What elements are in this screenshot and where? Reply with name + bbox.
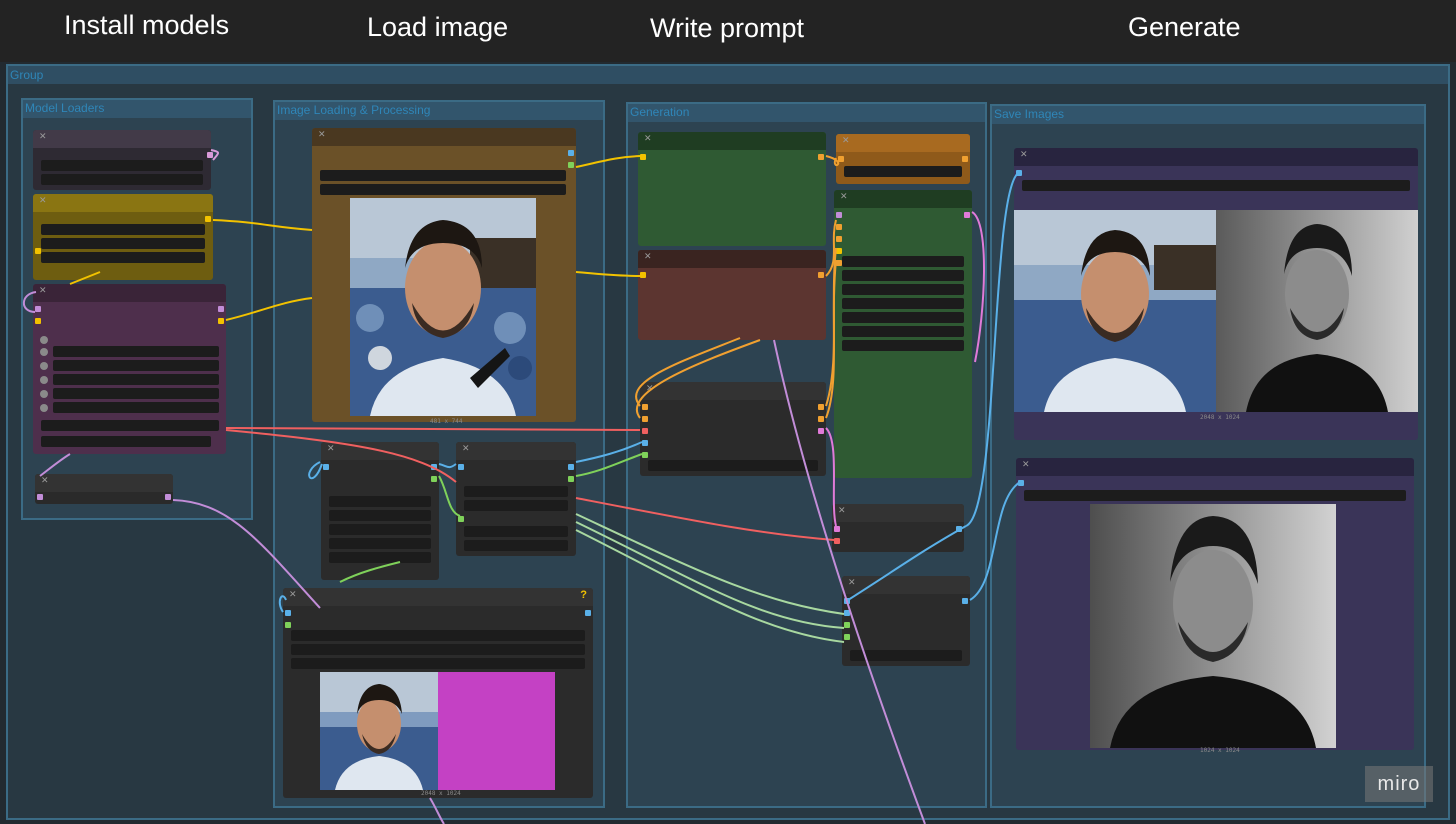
- node-image-process-2[interactable]: ✕: [456, 442, 576, 556]
- node-lora-loader[interactable]: ✕: [33, 284, 226, 454]
- final-size: 1024 x 1024: [1200, 747, 1240, 754]
- step-load-image: Load image: [367, 12, 509, 42]
- node-checkpoint-loader[interactable]: ✕: [33, 194, 213, 280]
- compare-photos: [1014, 210, 1418, 412]
- preview-photo: [320, 672, 438, 790]
- header: Install models Load image Write prompt G…: [0, 0, 1456, 62]
- collapse-icon[interactable]: ✕: [838, 506, 846, 516]
- step-install-models: Install models: [64, 10, 230, 40]
- collapse-icon[interactable]: ✕: [39, 196, 47, 206]
- collapse-icon[interactable]: ✕: [462, 444, 470, 454]
- node-image-process-1[interactable]: ✕: [321, 442, 439, 580]
- group-image-loading-title: Image Loading & Processing: [277, 103, 431, 117]
- collapse-icon[interactable]: ✕: [842, 136, 850, 146]
- final-photo: [1090, 504, 1336, 748]
- group-outer-title: Group: [10, 68, 44, 82]
- warning-badge[interactable]: ?: [580, 589, 587, 601]
- collapse-icon[interactable]: ✕: [840, 192, 848, 202]
- node-vae-loader[interactable]: ✕: [35, 474, 173, 504]
- load-image-size: 481 x 744: [430, 418, 463, 425]
- collapse-icon[interactable]: ✕: [644, 134, 652, 144]
- node-preview-mask[interactable]: ✕ ? 2048 x 1024: [283, 588, 593, 798]
- collapse-icon[interactable]: ✕: [644, 252, 652, 262]
- collapse-icon[interactable]: ✕: [1020, 150, 1028, 160]
- node-prompt-positive[interactable]: ✕: [638, 132, 826, 246]
- group-model-loaders-title: Model Loaders: [25, 101, 105, 115]
- compare-size: 2048 x 1024: [1200, 414, 1240, 421]
- collapse-icon[interactable]: ✕: [289, 590, 297, 600]
- group-generation-title: Generation: [630, 105, 690, 119]
- group-save-images-title: Save Images: [994, 107, 1065, 121]
- collapse-icon[interactable]: ✕: [39, 286, 47, 296]
- node-image-compare[interactable]: ✕ 2048 x 1024: [1014, 148, 1418, 440]
- node-ksampler[interactable]: ✕: [834, 190, 972, 478]
- preview-size: 2048 x 1024: [421, 790, 461, 797]
- node-prompt-negative[interactable]: ✕: [638, 250, 826, 340]
- collapse-icon[interactable]: ✕: [646, 384, 654, 394]
- miro-watermark: miro: [1365, 766, 1433, 802]
- node-model-loader-1[interactable]: ✕: [33, 130, 213, 190]
- node-conditioning[interactable]: ✕: [836, 134, 970, 184]
- node-load-image[interactable]: ✕ 481 x 744: [312, 128, 576, 425]
- node-vae-decode[interactable]: ✕: [832, 504, 964, 552]
- node-image-composite[interactable]: ✕: [842, 576, 970, 666]
- node-save-image[interactable]: ✕ 1024 x 1024: [1016, 458, 1414, 754]
- collapse-icon[interactable]: ✕: [848, 578, 856, 588]
- mask-preview: [438, 672, 555, 790]
- node-canvas[interactable]: Group Model Loaders Image Loading & Proc…: [0, 62, 1456, 824]
- node-inpaint-conditioning[interactable]: ✕: [640, 382, 826, 476]
- collapse-icon[interactable]: ✕: [318, 130, 326, 140]
- collapse-icon[interactable]: ✕: [1022, 460, 1030, 470]
- loaded-photo: [350, 198, 536, 416]
- collapse-icon[interactable]: ✕: [41, 476, 49, 486]
- step-generate: Generate: [1128, 12, 1241, 42]
- collapse-icon[interactable]: ✕: [39, 132, 47, 142]
- collapse-icon[interactable]: ✕: [327, 444, 335, 454]
- step-write-prompt: Write prompt: [650, 13, 805, 43]
